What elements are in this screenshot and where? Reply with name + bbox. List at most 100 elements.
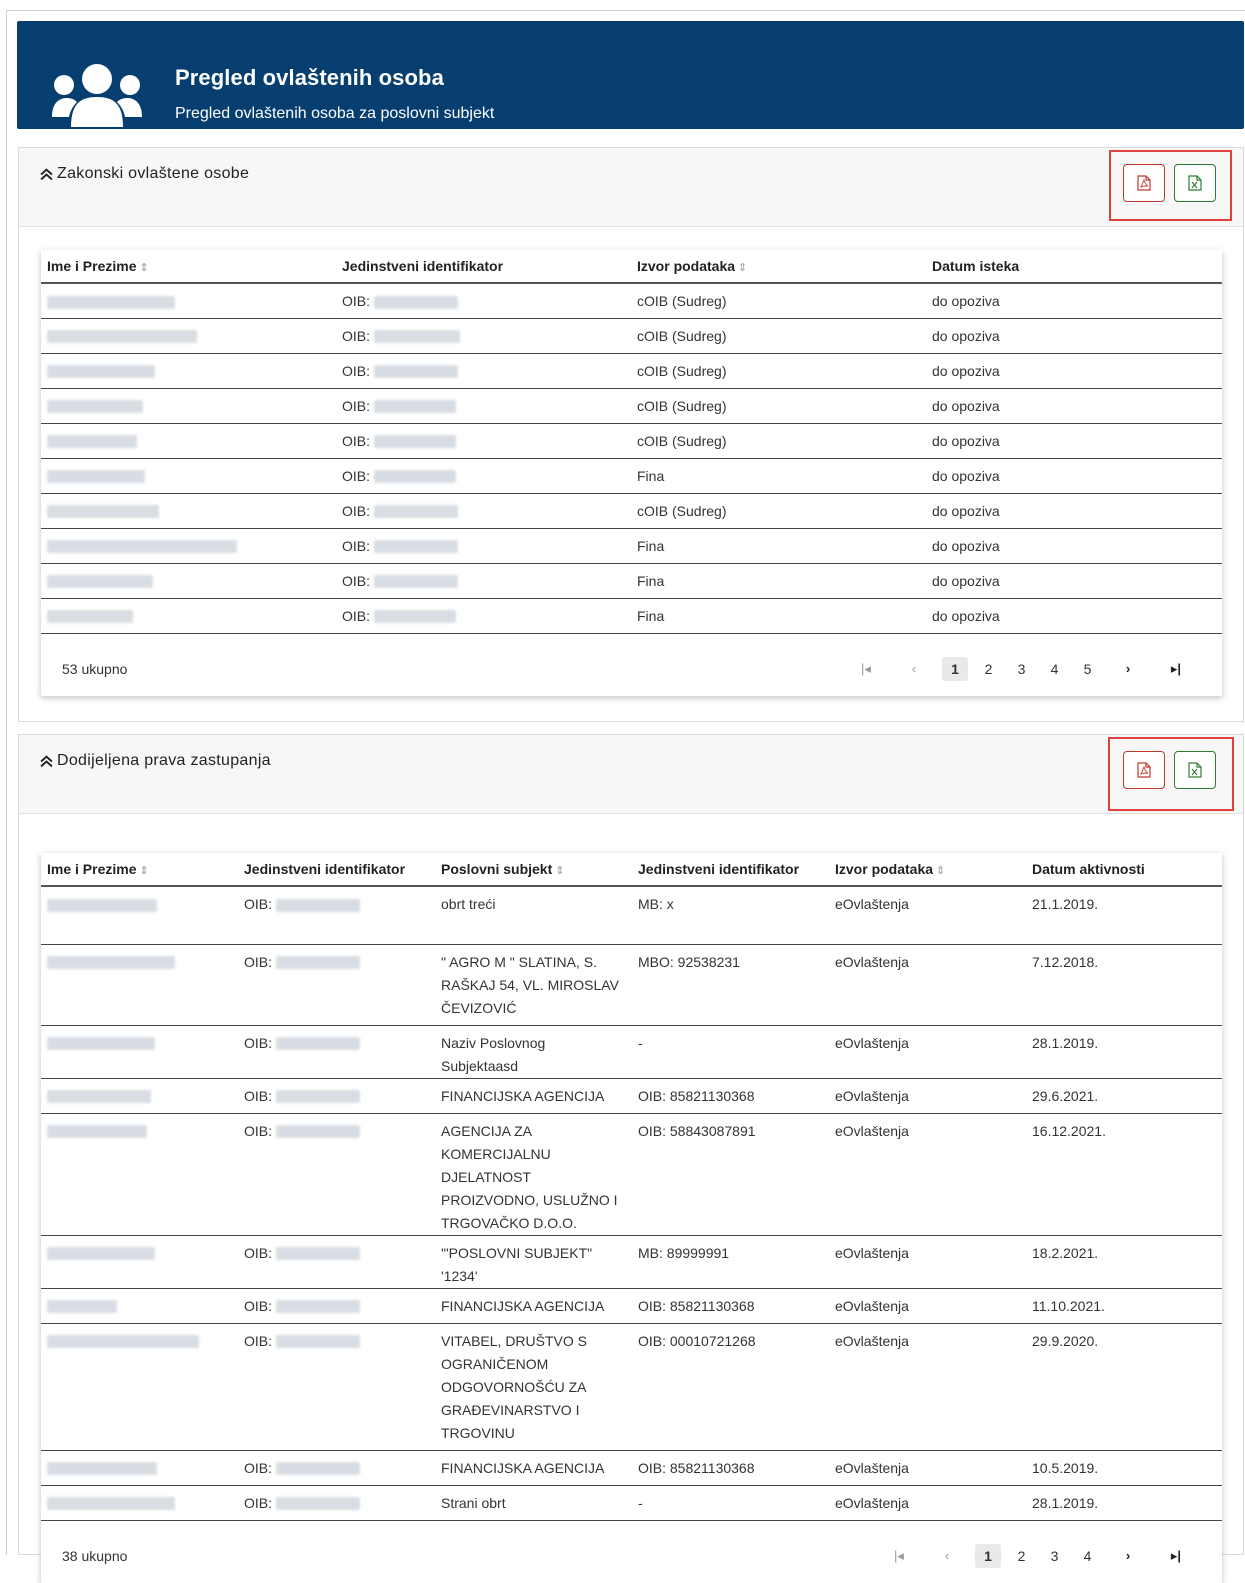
col-identifier: Jedinstveni identifikator: [238, 853, 435, 887]
cell-business-subject: FINANCIJSKA AGENCIJA: [435, 1450, 632, 1486]
cell-identifier: OIB:: [336, 528, 631, 564]
page-2-button[interactable]: 2: [972, 657, 1005, 681]
prev-page-button[interactable]: ‹: [890, 657, 938, 681]
page-3-button[interactable]: 3: [1005, 657, 1038, 681]
cell-name: [41, 388, 336, 424]
first-page-button[interactable]: |◂: [875, 1544, 923, 1568]
cell-name: [41, 563, 336, 599]
cell-identifier: OIB:: [336, 283, 631, 319]
page-1-button[interactable]: 1: [975, 1543, 1001, 1568]
page-title: Pregled ovlaštenih osoba: [175, 65, 444, 90]
page-4-button[interactable]: 4: [1038, 657, 1071, 681]
last-page-button[interactable]: ▸|: [1152, 657, 1200, 681]
cell-identifier: OIB:: [336, 493, 631, 529]
legal-panel-toggle[interactable]: Zakonski ovlaštene osobe: [40, 165, 249, 183]
col-business-subject[interactable]: Poslovni subjekt ⇕: [435, 853, 632, 887]
col-name[interactable]: Ime i Prezime ⇕: [41, 853, 238, 887]
col-name[interactable]: Ime i Prezime ⇕: [41, 250, 336, 284]
redacted-oib: [374, 400, 457, 414]
redacted-oib: [276, 1090, 361, 1104]
export-pdf-button[interactable]: [1123, 751, 1165, 789]
redacted-name: [47, 1300, 117, 1314]
table-row: OIB: Naziv Poslovnog Subjektaasd - eOvlašte…: [41, 1025, 1222, 1079]
table-row: OIB: Fina do opoziva: [41, 528, 1222, 564]
cell-identifier: OIB:: [238, 1485, 435, 1521]
page-4-button[interactable]: 4: [1071, 1544, 1104, 1568]
cell-source: eOvlaštenja: [829, 1485, 1026, 1521]
redacted-name: [47, 1090, 151, 1104]
redacted-oib: [276, 1125, 361, 1139]
oib-label: OIB:: [342, 572, 371, 589]
table-header-row: Ime i Prezime ⇕ Jedinstveni identifikator…: [41, 250, 1222, 284]
table-row: OIB: cOIB (Sudreg) do opoziva: [41, 388, 1222, 424]
cell-source: cOIB (Sudreg): [631, 388, 926, 424]
oib-label: OIB:: [342, 502, 371, 519]
cell-subject-identifier: OIB: 85821130368: [632, 1078, 829, 1114]
cell-name: [41, 886, 238, 945]
users-icon: [52, 64, 142, 127]
page-subtitle: Pregled ovlaštenih osoba za poslovni sub…: [175, 105, 495, 122]
rights-pagination: 38 ukupno |◂ ‹ 1 2 3 4 › ▸|: [41, 1521, 1222, 1583]
cell-name: [41, 944, 238, 1026]
chevron-up-icon: [40, 167, 53, 180]
oib-label: OIB:: [244, 1087, 273, 1104]
redacted-name: [47, 470, 145, 484]
cell-activity-date: 18.2.2021.: [1026, 1235, 1222, 1289]
redacted-oib: [374, 365, 459, 379]
cell-expiry: do opoziva: [926, 388, 1222, 424]
cell-business-subject: VITABEL, DRUŠTVO S OGRANIČENOM ODGOVORNO…: [435, 1323, 632, 1451]
last-page-button[interactable]: ▸|: [1152, 1544, 1200, 1568]
cell-activity-date: 21.1.2019.: [1026, 886, 1222, 945]
cell-name: [41, 283, 336, 319]
total-count: 53 ukupno: [62, 660, 128, 677]
cell-source: Fina: [631, 528, 926, 564]
export-pdf-button[interactable]: [1123, 164, 1165, 202]
next-page-button[interactable]: ›: [1104, 1544, 1152, 1568]
redacted-oib: [374, 540, 459, 554]
cell-subject-identifier: OIB: 00010721268: [632, 1323, 829, 1451]
cell-name: [41, 598, 336, 634]
cell-activity-date: 28.1.2019.: [1026, 1025, 1222, 1079]
oib-label: OIB:: [342, 397, 371, 414]
export-excel-button[interactable]: [1174, 751, 1216, 789]
cell-activity-date: 29.9.2020.: [1026, 1323, 1222, 1451]
redacted-oib: [276, 1497, 361, 1511]
cell-identifier: OIB:: [238, 1078, 435, 1114]
oib-label: OIB:: [342, 432, 371, 449]
redacted-name: [47, 505, 159, 519]
cell-activity-date: 28.1.2019.: [1026, 1485, 1222, 1521]
page-1-button[interactable]: 1: [942, 656, 968, 681]
cell-name: [41, 1323, 238, 1451]
prev-page-button[interactable]: ‹: [923, 1544, 971, 1568]
rights-panel: Dodijeljena prava zastupanja Ime i Prezi…: [18, 734, 1244, 1583]
page-2-button[interactable]: 2: [1005, 1544, 1038, 1568]
cell-subject-identifier: OIB: 85821130368: [632, 1450, 829, 1486]
legal-persons-panel: Zakonski ovlaštene osobe Ime i Prezime ⇕ …: [18, 147, 1244, 722]
cell-identifier: OIB:: [336, 598, 631, 634]
rights-panel-toggle[interactable]: Dodijeljena prava zastupanja: [40, 752, 271, 770]
page-5-button[interactable]: 5: [1071, 657, 1104, 681]
cell-business-subject: Naziv Poslovnog Subjektaasd: [435, 1025, 632, 1079]
cell-source: eOvlaštenja: [829, 886, 1026, 945]
legal-panel-header: Zakonski ovlaštene osobe: [19, 148, 1243, 227]
col-subject-identifier: Jedinstveni identifikator: [632, 853, 829, 887]
col-source[interactable]: Izvor podataka ⇕: [829, 853, 1026, 887]
redacted-oib: [374, 330, 461, 344]
table-row: OIB: Fina do opoziva: [41, 598, 1222, 634]
redacted-oib: [276, 898, 361, 912]
cell-name: [41, 1113, 238, 1236]
export-excel-button[interactable]: [1174, 164, 1216, 202]
cell-name: [41, 1078, 238, 1114]
cell-activity-date: 11.10.2021.: [1026, 1288, 1222, 1324]
table-row: OIB: FINANCIJSKA AGENCIJA OIB: 85821130368…: [41, 1450, 1222, 1486]
col-source[interactable]: Izvor podataka ⇕: [631, 250, 926, 284]
table-row: OIB: Fina do opoziva: [41, 458, 1222, 494]
cell-activity-date: 16.12.2021.: [1026, 1113, 1222, 1236]
next-page-button[interactable]: ›: [1104, 657, 1152, 681]
cell-activity-date: 7.12.2018.: [1026, 944, 1222, 1026]
cell-expiry: do opoziva: [926, 598, 1222, 634]
first-page-button[interactable]: |◂: [842, 657, 890, 681]
page-3-button[interactable]: 3: [1038, 1544, 1071, 1568]
cell-name: [41, 318, 336, 354]
cell-name: [41, 458, 336, 494]
